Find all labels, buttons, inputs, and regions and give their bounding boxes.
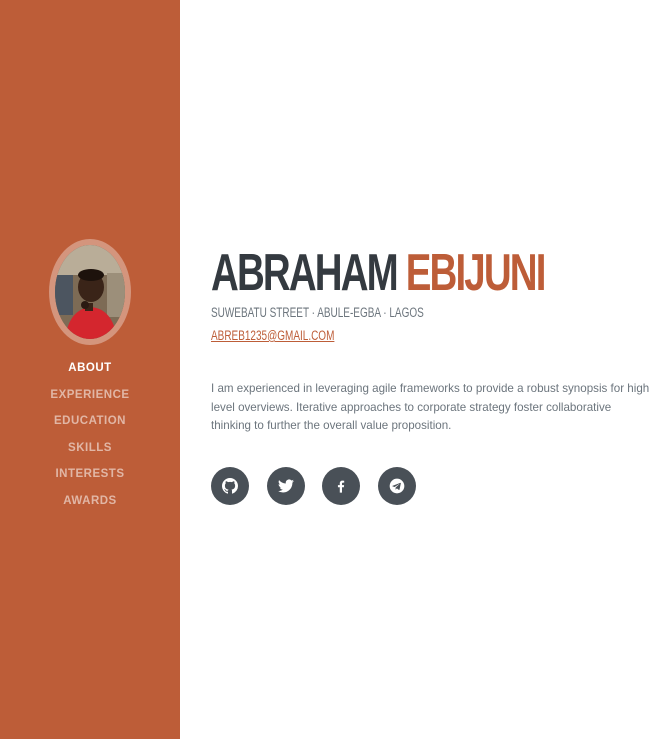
address-text: SUWEBATU STREET · ABULE-EGBA · LAGOS <box>211 305 424 320</box>
facebook-link[interactable] <box>322 467 360 505</box>
twitter-link[interactable] <box>266 467 305 505</box>
twitter-icon <box>277 479 294 493</box>
page-title: ABRAHAM EBIJUNI <box>211 240 547 306</box>
nav-item-about[interactable]: ABOUT <box>0 358 180 385</box>
social-icons <box>211 467 433 505</box>
github-icon <box>222 478 238 494</box>
nav-item-experience[interactable]: EXPERIENCE <box>0 385 180 412</box>
email-link[interactable]: ABREB1235@GMAIL.COM <box>211 327 334 345</box>
github-link[interactable] <box>211 467 249 505</box>
nav-item-skills[interactable]: SKILLS <box>0 438 180 465</box>
telegram-icon <box>389 478 404 494</box>
sidebar: ABOUT EXPERIENCE EDUCATION SKILLS INTERE… <box>0 0 180 739</box>
profile-photo <box>55 245 125 339</box>
nav-item-education[interactable]: EDUCATION <box>0 411 180 438</box>
first-name: ABRAHAM <box>211 244 399 302</box>
bio-paragraph: I am experienced in leveraging agile fra… <box>211 382 650 432</box>
profile-avatar[interactable] <box>49 239 131 345</box>
telegram-link[interactable] <box>377 467 416 505</box>
facebook-icon <box>337 480 345 493</box>
nav-item-awards[interactable]: AWARDS <box>0 491 180 518</box>
nav-item-interests[interactable]: INTERESTS <box>0 464 180 491</box>
last-name: EBIJUNI <box>405 244 547 302</box>
sidebar-nav: ABOUT EXPERIENCE EDUCATION SKILLS INTERE… <box>0 358 180 518</box>
